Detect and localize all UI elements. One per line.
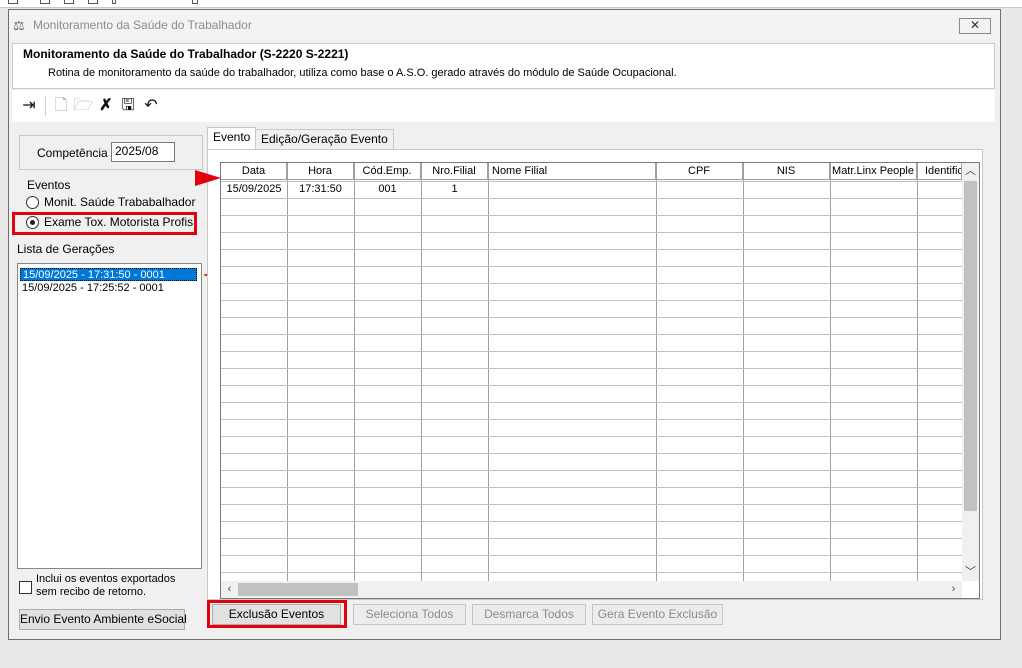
gera-evento-exclusao-button[interactable]: Gera Evento Exclusão (592, 604, 723, 625)
delete-icon[interactable]: ✗ (96, 96, 116, 116)
grid-column-divider (656, 163, 657, 581)
grid-column-divider (917, 163, 918, 581)
col-header-data[interactable]: Data (221, 163, 287, 180)
taskbar-icon[interactable] (8, 0, 18, 4)
col-header-matr-linx[interactable]: Matr.Linx People (830, 163, 917, 180)
grid-row-line (221, 419, 962, 420)
tab-evento[interactable]: Evento (207, 127, 257, 150)
lista-geracoes-label: Lista de Gerações (17, 242, 115, 256)
grid-row-line (221, 385, 962, 386)
col-header-nome-filial[interactable]: Nome Filial (488, 163, 656, 180)
title-bar: ⚖ Monitoramento da Saúde do Trabalhador … (9, 10, 1000, 40)
competencia-input[interactable]: 2025/08 (111, 142, 175, 162)
grid-row-line (221, 538, 962, 539)
grid-row-line (221, 487, 962, 488)
seleciona-todos-button[interactable]: Seleciona Todos (353, 604, 466, 625)
col-header-cpf[interactable]: CPF (656, 163, 743, 180)
header-description: Rotina de monitoramento da saúde do trab… (48, 67, 677, 79)
taskbar-icon[interactable] (192, 0, 198, 4)
grid-row-line (221, 215, 962, 216)
competencia-box: Competência 2025/08 (19, 135, 203, 170)
scroll-down-icon[interactable]: ﹀ (962, 564, 979, 581)
grid-column-divider (488, 163, 489, 581)
taskbar-icon[interactable] (64, 0, 74, 4)
grid-column-divider (830, 163, 831, 581)
grid-row-line (221, 198, 962, 199)
taskbar-icon[interactable] (88, 0, 98, 4)
scroll-left-icon[interactable]: ‹ (221, 581, 238, 598)
inclui-eventos-checkbox[interactable] (19, 581, 32, 594)
header-panel: Monitoramento da Saúde do Trabalhador (S… (12, 43, 995, 89)
bottom-area (0, 640, 1022, 668)
open-folder-icon[interactable]: 🗁 (73, 96, 93, 116)
scroll-up-icon[interactable]: ︿ (962, 163, 979, 180)
tab-edicao-geracao[interactable]: Edição/Geração Evento (255, 129, 394, 150)
competencia-label: Competência (37, 146, 108, 160)
grid-column-divider (287, 163, 288, 581)
grid-row-line (221, 470, 962, 471)
geracoes-listbox[interactable]: 15/09/2025 - 17:31:50 - 0001 15/09/2025 … (17, 263, 202, 569)
exit-icon[interactable]: ⇥ (19, 96, 39, 116)
main-window: ⚖ Monitoramento da Saúde do Trabalhador … (8, 9, 1001, 640)
col-header-cod-emp[interactable]: Cód.Emp. (354, 163, 421, 180)
col-header-identific[interactable]: Identific (917, 163, 962, 180)
scroll-right-icon[interactable]: › (945, 581, 962, 598)
col-header-nis[interactable]: NIS (743, 163, 830, 180)
window-title: Monitoramento da Saúde do Trabalhador (33, 18, 252, 32)
grid-row-line (221, 283, 962, 284)
envio-evento-button[interactable]: Envio Evento Ambiente eSocial (19, 609, 187, 630)
close-button[interactable]: ✕ (959, 18, 991, 34)
eventos-grid[interactable]: Data Hora Cód.Emp. Nro.Filial Nome Filia… (220, 162, 980, 599)
undo-icon[interactable]: ↶ (141, 96, 161, 116)
cell-data[interactable]: 15/09/2025 (221, 181, 287, 198)
app-gavel-icon: ⚖ (13, 18, 25, 33)
grid-row-line (221, 453, 962, 454)
col-header-nro-filial[interactable]: Nro.Filial (421, 163, 488, 180)
list-item[interactable]: 15/09/2025 - 17:31:50 - 0001 (20, 268, 197, 281)
eventos-label: Eventos (27, 178, 71, 192)
taskbar-icon[interactable] (112, 0, 116, 4)
header-title: Monitoramento da Saúde do Trabalhador (S… (23, 47, 349, 61)
grid-column-divider (421, 163, 422, 581)
grid-column-divider (743, 163, 744, 581)
toolbar: ⇥ 🗋 🗁 ✗ 🖫 ↶ (12, 90, 995, 122)
top-taskbar-strip (0, 0, 1022, 8)
grid-row-line (221, 572, 962, 573)
horizontal-scroll-thumb[interactable] (238, 583, 358, 596)
grid-row-line (221, 402, 962, 403)
grid-row-line (221, 504, 962, 505)
grid-column-divider (354, 163, 355, 581)
close-icon: ✕ (969, 18, 981, 32)
grid-row-line (221, 351, 962, 352)
grid-row-line (221, 368, 962, 369)
grid-row-line (221, 436, 962, 437)
list-item[interactable]: 15/09/2025 - 17:25:52 - 0001 (20, 282, 197, 295)
grid-row-line (221, 266, 962, 267)
toolbar-separator (45, 96, 46, 116)
taskbar-icon[interactable] (40, 0, 50, 4)
grid-row-line (221, 232, 962, 233)
cell-nro-filial[interactable]: 1 (421, 181, 488, 198)
cell-hora[interactable]: 17:31:50 (287, 181, 354, 198)
col-header-hora[interactable]: Hora (287, 163, 354, 180)
radio-monit-saude[interactable] (26, 196, 39, 209)
grid-row-line (221, 317, 962, 318)
grid-row-line (221, 521, 962, 522)
grid-row-line (221, 334, 962, 335)
grid-row-line (221, 555, 962, 556)
radio-monit-saude-label[interactable]: Monit. Saúde Trababalhador (44, 195, 195, 209)
new-document-icon[interactable]: 🗋 (51, 96, 71, 116)
save-icon[interactable]: 🖫 (118, 96, 138, 116)
highlight-exame-tox (12, 212, 197, 235)
inclui-eventos-label-1[interactable]: Inclui os eventos exportados (36, 573, 175, 585)
inclui-eventos-label-2[interactable]: sem recibo de retorno. (36, 586, 146, 598)
grid-row-line (221, 300, 962, 301)
grid-row-line (221, 249, 962, 250)
highlight-exclusao (207, 600, 347, 628)
vertical-scroll-thumb[interactable] (964, 181, 977, 511)
cell-cod-emp[interactable]: 001 (354, 181, 421, 198)
desmarca-todos-button[interactable]: Desmarca Todos (472, 604, 586, 625)
red-arrow-pointer (195, 170, 221, 186)
